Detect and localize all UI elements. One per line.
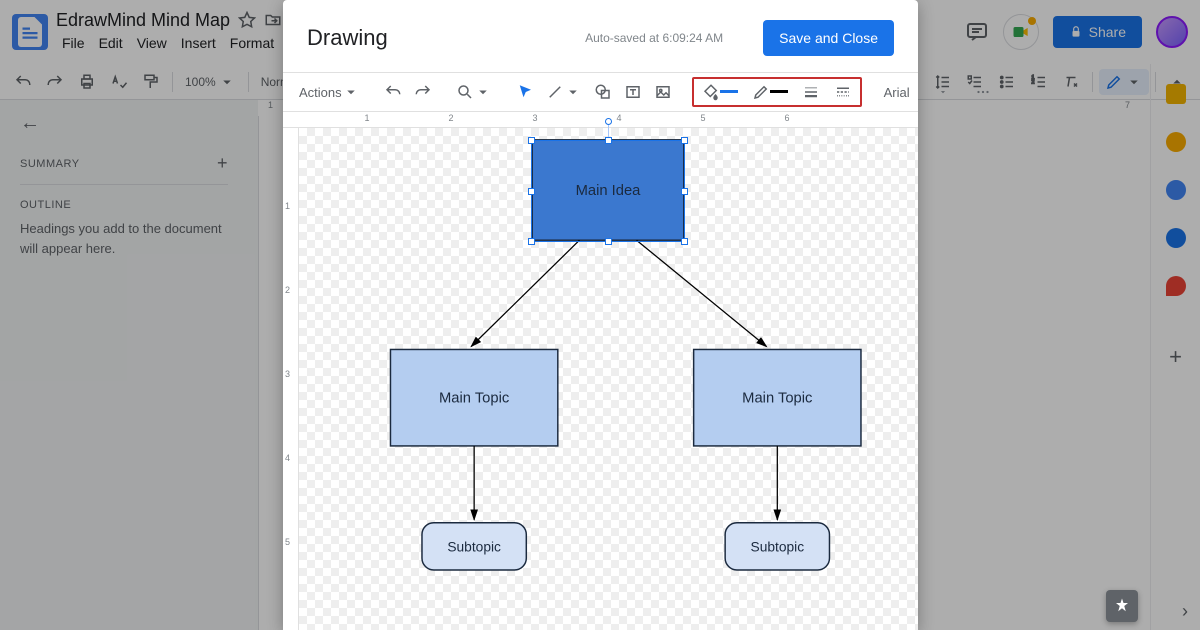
shape-subtopic-right-label: Subtopic [751,539,805,554]
resize-handle[interactable] [681,188,688,195]
style-group-highlight [692,77,862,107]
shape-topic-right-label: Main Topic [742,391,812,407]
font-select[interactable]: Arial [878,85,954,100]
resize-handle[interactable] [605,137,612,144]
resize-handle[interactable] [681,137,688,144]
drawing-canvas-wrap: 1 2 3 4 5 6 1 2 3 4 5 Main Idea [283,112,918,630]
rotate-handle[interactable] [605,118,612,125]
shape-tool-icon[interactable] [590,79,616,105]
border-color-icon[interactable] [748,79,792,105]
resize-handle[interactable] [528,137,535,144]
border-weight-icon[interactable] [798,79,824,105]
more-options-icon[interactable] [970,79,996,105]
save-close-button[interactable]: Save and Close [763,20,894,56]
drawing-toolbar: Actions Arial [283,72,918,112]
actions-menu[interactable]: Actions [295,79,364,105]
modal-title: Drawing [307,25,388,51]
explore-button[interactable] [1106,590,1138,622]
redo-icon[interactable] [410,79,436,105]
textbox-tool-icon[interactable] [620,79,646,105]
shape-topic-left-label: Main Topic [439,391,509,407]
drawing-modal: Drawing Auto-saved at 6:09:24 AM Save an… [283,0,918,630]
fill-color-icon[interactable] [698,79,742,105]
undo-icon[interactable] [380,79,406,105]
image-tool-icon[interactable] [650,79,676,105]
zoom-menu[interactable] [452,79,496,105]
resize-handle[interactable] [681,238,688,245]
resize-handle[interactable] [528,238,535,245]
ruler-vertical[interactable]: 1 2 3 4 5 [283,128,299,630]
resize-handle[interactable] [605,238,612,245]
ruler-horizontal[interactable]: 1 2 3 4 5 6 [283,112,918,128]
border-dash-icon[interactable] [830,79,856,105]
autosave-status: Auto-saved at 6:09:24 AM [585,31,723,45]
selection-outline[interactable] [531,140,685,242]
line-tool-icon[interactable] [542,79,586,105]
select-tool-icon[interactable] [512,79,538,105]
drawing-canvas[interactable]: Main Idea Main Topic Main Topic Subtopic… [299,128,918,630]
shape-subtopic-left-label: Subtopic [447,539,501,554]
resize-handle[interactable] [528,188,535,195]
